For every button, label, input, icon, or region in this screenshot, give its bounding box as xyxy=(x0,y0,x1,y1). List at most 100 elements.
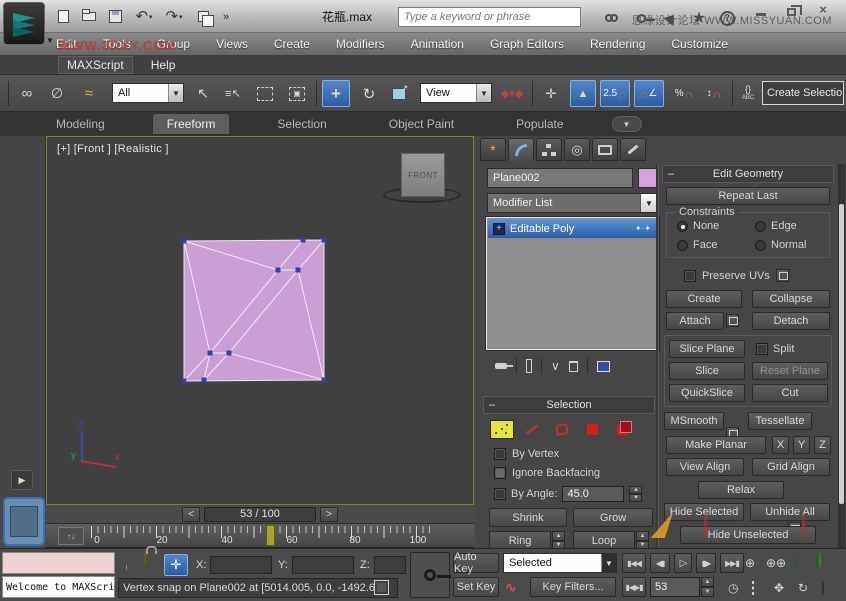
make-unique-icon[interactable]: ∨ xyxy=(551,359,560,373)
modifier-stack[interactable]: + Editable Poly ✦·✦ xyxy=(485,216,660,351)
next-frame-button[interactable]: > xyxy=(320,507,338,522)
absolute-offset-toggle[interactable]: ✛ xyxy=(164,554,188,576)
pin-stack-icon[interactable] xyxy=(495,363,507,369)
tab-display[interactable] xyxy=(592,138,618,161)
preserve-uvs-checkbox[interactable] xyxy=(684,270,696,282)
ribbon-tab-modeling[interactable]: Modeling xyxy=(42,114,119,134)
object-color-swatch[interactable] xyxy=(638,168,658,188)
selection-rollout-header[interactable]: – Selection xyxy=(483,396,655,414)
detach-button[interactable]: Detach xyxy=(752,312,830,330)
by-angle-checkbox[interactable] xyxy=(494,488,506,500)
make-planar-x-button[interactable]: X xyxy=(772,436,789,454)
viewport-front[interactable]: [+] [Front ] [Realistic ] FRONT z x y xyxy=(46,136,474,505)
key-filters-button[interactable]: Key Filters... xyxy=(530,577,616,597)
dropdown-arrow-icon[interactable]: ▼ xyxy=(168,84,183,102)
polygon-mode-button[interactable] xyxy=(580,420,604,439)
constraint-normal-radio[interactable] xyxy=(755,240,766,251)
configure-modifier-sets-icon[interactable] xyxy=(597,361,610,372)
zoom-all-button[interactable]: ⊕⊕ xyxy=(766,556,786,570)
maxscript-listener-input[interactable] xyxy=(2,552,115,574)
constraint-none-radio[interactable] xyxy=(677,221,688,232)
default-tangent-button[interactable]: ∿ xyxy=(505,579,517,596)
ribbon-tab-populate[interactable]: Populate xyxy=(502,114,577,134)
select-and-link-button[interactable]: ∞ xyxy=(14,80,40,107)
track-bar[interactable]: 0 20 40 60 80 100 xyxy=(46,524,474,548)
stack-item-editable-poly[interactable]: + Editable Poly ✦·✦ xyxy=(488,219,657,238)
remove-modifier-icon[interactable] xyxy=(569,361,578,372)
pan-button[interactable]: ✥ xyxy=(774,581,784,595)
dropdown-arrow-icon[interactable]: ▼ xyxy=(476,84,491,102)
select-and-move-button[interactable]: + xyxy=(322,80,350,107)
by-angle-spinner[interactable]: ▲▼ xyxy=(629,486,642,502)
open-file-button[interactable] xyxy=(78,6,100,27)
application-menu-button[interactable] xyxy=(3,2,45,45)
show-end-result-icon[interactable] xyxy=(526,359,532,373)
select-and-scale-button[interactable]: ↗ xyxy=(386,80,414,107)
scrollbar-thumb[interactable] xyxy=(839,204,844,504)
view-align-button[interactable]: View Align xyxy=(666,458,744,476)
zoom-region-button[interactable] xyxy=(752,582,754,594)
app-menu-caret-icon[interactable]: ▼ xyxy=(46,36,54,45)
attach-button[interactable]: Attach xyxy=(666,312,724,330)
next-key-button[interactable]: ▮▶ xyxy=(696,553,716,573)
split-checkbox[interactable] xyxy=(756,343,768,355)
maximize-viewport-toggle[interactable] xyxy=(822,582,824,594)
time-slider-marker[interactable] xyxy=(266,525,275,546)
ribbon-tab-freeform[interactable]: Freeform xyxy=(153,114,230,134)
use-pivot-center-button[interactable]: ◆▾◆ xyxy=(498,80,526,107)
redo-button[interactable]: ↷▾ xyxy=(160,6,188,27)
preserve-uvs-settings-button[interactable] xyxy=(776,269,789,282)
attach-settings-button[interactable] xyxy=(726,314,739,327)
constraint-edge-radio[interactable] xyxy=(755,221,766,232)
menu-rendering[interactable]: Rendering xyxy=(590,37,645,51)
auto-key-button[interactable]: Auto Key xyxy=(453,553,499,573)
previous-frame-button[interactable]: < xyxy=(182,507,200,522)
undo-dropdown-caret[interactable]: ▾ xyxy=(149,13,153,21)
unlink-selection-button[interactable]: ∅ xyxy=(44,80,70,107)
set-keys-button[interactable] xyxy=(410,552,450,598)
zoom-button[interactable]: ⊕ xyxy=(745,556,755,570)
slice-button[interactable]: Slice xyxy=(669,362,745,380)
ribbon-tab-selection[interactable]: Selection xyxy=(263,114,340,134)
tab-create[interactable]: * xyxy=(480,138,506,161)
maxscript-listener-output[interactable]: Welcome to MAXScript xyxy=(2,576,115,598)
search-input[interactable] xyxy=(404,8,575,26)
menu-animation[interactable]: Animation xyxy=(411,37,464,51)
undo-button[interactable]: ↶▾ xyxy=(130,6,158,27)
frame-counter[interactable]: 53 / 100 xyxy=(204,507,316,522)
snap-toggle-button[interactable]: 2.5∩ xyxy=(600,80,630,107)
toolbar-overflow-button[interactable]: » xyxy=(218,6,234,27)
tab-hierarchy[interactable] xyxy=(536,138,562,161)
by-angle-field[interactable]: 45.0 xyxy=(562,486,624,502)
panel-scrollbar[interactable] xyxy=(838,164,845,548)
select-and-manipulate-button[interactable]: ✛ xyxy=(538,80,564,107)
constraint-face-radio[interactable] xyxy=(677,240,688,251)
msmooth-button[interactable]: MSmooth xyxy=(664,412,724,430)
keyboard-override-button[interactable]: ▲ xyxy=(570,80,596,107)
frame-spinner[interactable]: ▲▼ xyxy=(701,577,714,597)
create-button[interactable]: Create xyxy=(666,290,742,308)
tessellate-button[interactable]: Tessellate xyxy=(748,412,812,430)
cut-button[interactable]: Cut xyxy=(752,384,828,402)
search-box[interactable] xyxy=(398,7,581,27)
element-mode-button[interactable] xyxy=(610,420,634,439)
time-configuration-button[interactable]: ◷ xyxy=(728,581,738,595)
edit-named-sets-button[interactable]: {} ABC xyxy=(736,80,760,107)
relax-button[interactable]: Relax xyxy=(698,481,784,499)
tab-utilities[interactable] xyxy=(620,138,646,161)
go-to-end-button[interactable]: ▶▶▮ xyxy=(720,553,744,573)
menu-modifiers[interactable]: Modifiers xyxy=(336,37,385,51)
zoom-extents-all-button[interactable] xyxy=(816,557,818,569)
reference-coordinate-dropdown[interactable]: View ▼ xyxy=(420,83,492,103)
grid-align-button[interactable]: Grid Align xyxy=(752,458,830,476)
menu-graph-editors[interactable]: Graph Editors xyxy=(490,37,564,51)
edit-geometry-rollout-header[interactable]: – Edit Geometry xyxy=(662,165,834,183)
repeat-last-button[interactable]: Repeat Last xyxy=(666,187,830,205)
menu-help[interactable]: Help xyxy=(151,58,176,72)
current-frame-field[interactable]: 53 xyxy=(650,577,700,597)
expand-plus-icon[interactable]: + xyxy=(493,223,505,235)
make-planar-button[interactable]: Make Planar xyxy=(666,436,766,454)
new-file-button[interactable] xyxy=(52,6,74,27)
z-coord-field[interactable] xyxy=(374,556,406,574)
selection-filter-dropdown[interactable]: All ▼ xyxy=(112,83,184,103)
